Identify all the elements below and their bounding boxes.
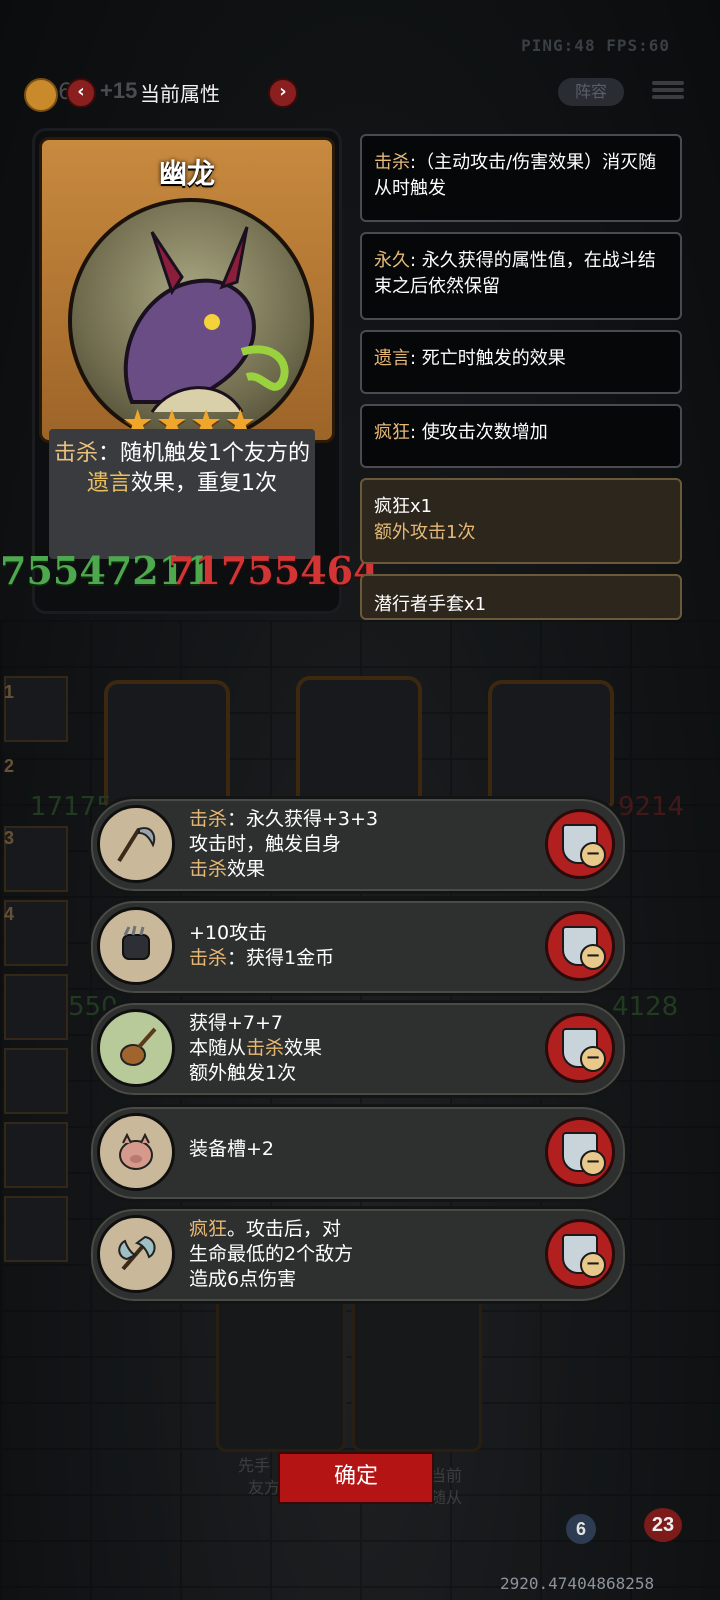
- coin-total: 2920.47404868258: [500, 1574, 655, 1593]
- equipment-description: 获得+7+7 本随从击杀效果 额外触发1次: [189, 1011, 529, 1086]
- equip-line: 攻击时，触发自身: [189, 833, 342, 855]
- keyword-kill: 击杀: [246, 1037, 285, 1059]
- buff-panel-gloves: 潜行者手套x1: [360, 574, 682, 620]
- keyword-panel-frenzy: 疯狂: 使攻击次数增加: [360, 404, 682, 468]
- equip-line: 效果: [227, 858, 266, 880]
- health-badge: 23: [644, 1508, 682, 1542]
- lineup-button[interactable]: 阵容: [558, 78, 624, 106]
- equip-line: +10攻击: [189, 922, 268, 944]
- keyword-deathrattle: 遗言: [86, 471, 131, 496]
- buff-panel-frenzy: 疯狂x1 额外攻击1次: [360, 478, 682, 564]
- unequip-button[interactable]: −: [545, 1117, 615, 1187]
- equip-line: 造成6点伤害: [189, 1268, 297, 1290]
- keyword-kill: 击杀: [189, 858, 228, 880]
- keyword-kill: 击杀: [53, 441, 98, 466]
- shield-icon: −: [562, 1028, 606, 1072]
- confirm-button[interactable]: 确定: [278, 1452, 434, 1504]
- buff-title: 潜行者手套x1: [374, 594, 487, 615]
- keyword-panel-permanent: 永久: 永久获得的属性值，在战斗结束之后依然保留: [360, 232, 682, 320]
- scythe-icon: [97, 805, 175, 883]
- shield-icon: −: [562, 824, 606, 868]
- keyword-name: 击杀: [374, 152, 410, 173]
- buff-title: 疯狂x1: [374, 496, 433, 517]
- minus-icon: −: [580, 1252, 606, 1278]
- armor-badge: 6: [566, 1514, 596, 1544]
- keyword-panel-deathrattle: 遗言: 死亡时触发的效果: [360, 330, 682, 394]
- minus-icon: −: [580, 1150, 606, 1176]
- equipment-description: +10攻击 击杀：获得1金币: [189, 921, 529, 971]
- unequip-button[interactable]: −: [545, 1219, 615, 1289]
- ping-fps-readout: PING:48 FPS:60: [521, 36, 670, 55]
- shield-icon: −: [562, 1234, 606, 1278]
- equip-line: ：永久获得+3+3: [227, 808, 379, 830]
- keyword-kill: 击杀: [189, 947, 228, 969]
- keyword-text: : 使攻击次数增加: [410, 422, 548, 443]
- equipment-row-gauntlet: +10攻击 击杀：获得1金币 −: [88, 898, 628, 996]
- next-arrow-button[interactable]: ›: [268, 78, 298, 108]
- card-desc-part1: ：随机触发1个友方的: [98, 441, 310, 466]
- menu-icon[interactable]: [652, 78, 684, 106]
- shield-icon: −: [562, 926, 606, 970]
- card-description: 击杀：随机触发1个友方的遗言效果，重复1次: [49, 429, 315, 559]
- prev-arrow-button[interactable]: ‹: [66, 78, 96, 108]
- damage-number-red: 71755464: [168, 548, 380, 593]
- keyword-text: : 死亡时触发的效果: [410, 348, 566, 369]
- pig-icon: [97, 1113, 175, 1191]
- gauntlet-icon: [97, 907, 175, 985]
- minus-icon: −: [580, 944, 606, 970]
- equipment-description: 击杀：永久获得+3+3 攻击时，触发自身 击杀效果: [189, 807, 529, 882]
- keyword-name: 永久: [374, 250, 410, 271]
- gold-income: +15: [100, 78, 138, 103]
- card-name: 幽龙: [158, 157, 215, 190]
- equipment-row-pig: 装备槽+2 −: [88, 1104, 628, 1202]
- unequip-button[interactable]: −: [545, 911, 615, 981]
- equip-line: 效果: [284, 1037, 323, 1059]
- card-desc-part2: 效果，重复1次: [131, 471, 277, 496]
- keyword-name: 疯狂: [374, 422, 410, 443]
- keyword-kill: 击杀: [189, 808, 228, 830]
- unequip-button[interactable]: −: [545, 1013, 615, 1083]
- keyword-name: 遗言: [374, 348, 410, 369]
- equipment-row-axe: 疯狂。攻击后，对 生命最低的2个敌方 造成6点伤害 −: [88, 1206, 628, 1304]
- shield-icon: −: [562, 1132, 606, 1176]
- lute-icon: [97, 1009, 175, 1087]
- buff-subtitle: 额外攻击1次: [374, 522, 476, 543]
- equipment-description: 疯狂。攻击后，对 生命最低的2个敌方 造成6点伤害: [189, 1217, 529, 1292]
- equip-line: 。攻击后，对: [227, 1218, 342, 1240]
- equipment-row-lute: 获得+7+7 本随从击杀效果 额外触发1次 −: [88, 1000, 628, 1098]
- minus-icon: −: [580, 842, 606, 868]
- minion-card: 幽龙 ★★★★ 击杀：随机触发1个友方的遗言效果，重复1次: [32, 128, 342, 614]
- axe-icon: [97, 1215, 175, 1293]
- equipment-row-scythe: 击杀：永久获得+3+3 攻击时，触发自身 击杀效果 −: [88, 796, 628, 894]
- unequip-button[interactable]: −: [545, 809, 615, 879]
- page-title: 当前属性: [140, 82, 220, 106]
- equip-line: 装备槽+2: [189, 1138, 275, 1160]
- equip-line: 本随从: [189, 1037, 247, 1059]
- equip-line: 获得+7+7: [189, 1012, 284, 1034]
- keyword-panel-kill: 击杀:（主动攻击/伤害效果）消灭随从时触发: [360, 134, 682, 222]
- keyword-text: :（主动攻击/伤害效果）消灭随从时触发: [374, 152, 657, 199]
- equip-line: ：获得1金币: [227, 947, 335, 969]
- card-frame: 幽龙: [39, 137, 335, 444]
- equip-line: 生命最低的2个敌方: [189, 1243, 354, 1265]
- equip-line: 额外触发1次: [189, 1062, 297, 1084]
- equipment-description: 装备槽+2: [189, 1137, 529, 1162]
- gold-coin-icon: [24, 78, 58, 112]
- minus-icon: −: [580, 1046, 606, 1072]
- keyword-text: : 永久获得的属性值，在战斗结束之后依然保留: [374, 250, 656, 297]
- keyword-frenzy: 疯狂: [189, 1218, 228, 1240]
